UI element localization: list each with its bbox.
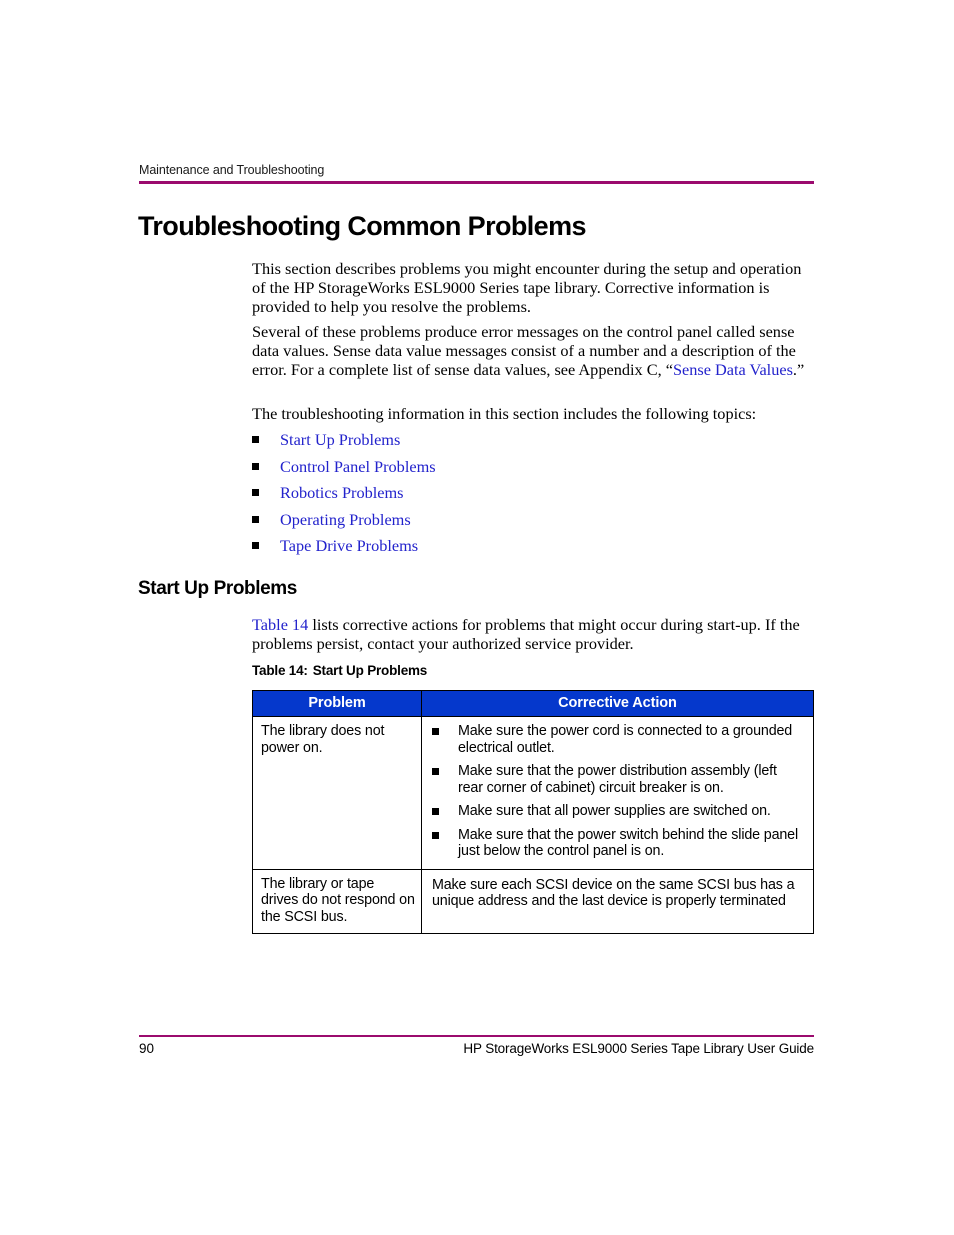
square-bullet-icon (252, 462, 259, 470)
table-caption-number: Table 14: (252, 663, 308, 678)
column-header-corrective-action: Corrective Action (421, 690, 814, 717)
column-header-problem: Problem (252, 690, 422, 717)
sense-data-paragraph: Several of these problems produce error … (252, 322, 814, 380)
start-up-problems-table: Problem Corrective Action The library do… (252, 690, 814, 934)
corrective-action-list-1: Make sure the power cord is connected to… (432, 723, 805, 860)
topic-link-operating-problems[interactable]: Operating Problems (280, 510, 411, 529)
list-item[interactable]: Start Up Problems (252, 430, 814, 457)
list-item[interactable]: Control Panel Problems (252, 457, 814, 484)
list-item[interactable]: Tape Drive Problems (252, 536, 814, 563)
table-intro-block: Table 14 lists corrective actions for pr… (252, 615, 814, 653)
footer-rule (139, 1035, 814, 1037)
square-bullet-icon (252, 489, 259, 496)
topic-link-tape-drive-problems[interactable]: Tape Drive Problems (280, 536, 418, 555)
page-number: 90 (139, 1041, 155, 1056)
cell-corrective-action-2: Make sure each SCSI device on the same S… (421, 868, 814, 934)
list-item[interactable]: Robotics Problems (252, 483, 814, 510)
table-row: The library does not power on. Make sure… (252, 716, 814, 870)
section-title-start-up-problems: Start Up Problems (138, 578, 297, 599)
corrective-action-text: Make sure that the power switch behind t… (458, 826, 798, 860)
cell-corrective-action-1: Make sure the power cord is connected to… (421, 716, 814, 870)
page-title: Troubleshooting Common Problems (138, 211, 587, 241)
intro-paragraph-block: This section describes problems you migh… (252, 259, 814, 317)
topic-link-control-panel-problems[interactable]: Control Panel Problems (280, 457, 436, 476)
corrective-action-text: Make sure that the power distribution as… (458, 763, 777, 796)
cell-problem-1: The library does not power on. (252, 716, 422, 870)
corrective-action-text: Make sure the power cord is connected to… (458, 723, 793, 756)
square-bullet-icon (252, 436, 259, 443)
footer-document-title: HP StorageWorks ESL9000 Series Tape Libr… (463, 1041, 814, 1056)
document-page: Maintenance and Troubleshooting Troubles… (0, 0, 954, 1235)
cell-problem-2: The library or tape drives do not respon… (252, 868, 422, 934)
table-header-row: Problem Corrective Action (252, 690, 814, 717)
square-bullet-icon (432, 768, 439, 775)
running-header-text: Maintenance and Troubleshooting (139, 163, 325, 177)
sense-data-paragraph-block: Several of these problems produce error … (252, 322, 814, 380)
topics-list: Start Up Problems Control Panel Problems… (252, 430, 814, 563)
topics-intro-block: The troubleshooting information in this … (252, 404, 814, 423)
topic-link-start-up-problems[interactable]: Start Up Problems (280, 430, 400, 449)
intro-paragraph: This section describes problems you migh… (252, 259, 802, 317)
table-intro-text: lists corrective actions for problems th… (252, 615, 800, 654)
header-rule (139, 181, 814, 184)
running-header: Maintenance and Troubleshooting (139, 163, 814, 178)
topic-link-robotics-problems[interactable]: Robotics Problems (280, 483, 403, 502)
square-bullet-icon (432, 831, 439, 839)
square-bullet-icon (252, 542, 259, 549)
list-item: Make sure the power cord is connected to… (432, 723, 805, 756)
list-item: Make sure that the power switch behind t… (432, 827, 805, 860)
table-row: The library or tape drives do not respon… (252, 868, 814, 934)
table-caption: Table 14: Start Up Problems (252, 663, 427, 678)
square-bullet-icon (432, 808, 439, 815)
corrective-action-text: Make sure that all power supplies are sw… (458, 803, 771, 819)
sense-data-text-after: .” (792, 360, 805, 380)
square-bullet-icon (432, 728, 439, 735)
list-item[interactable]: Operating Problems (252, 510, 814, 537)
list-item: Make sure that all power supplies are sw… (432, 803, 805, 820)
topics-intro-paragraph: The troubleshooting information in this … (252, 404, 757, 423)
table-intro-paragraph: Table 14 lists corrective actions for pr… (252, 615, 814, 653)
table-14-link[interactable]: Table 14 (252, 615, 308, 634)
list-item: Make sure that the power distribution as… (432, 763, 805, 796)
sense-data-values-link[interactable]: Sense Data Values (673, 360, 793, 379)
table-caption-title: Start Up Problems (312, 663, 428, 678)
square-bullet-icon (252, 515, 259, 523)
